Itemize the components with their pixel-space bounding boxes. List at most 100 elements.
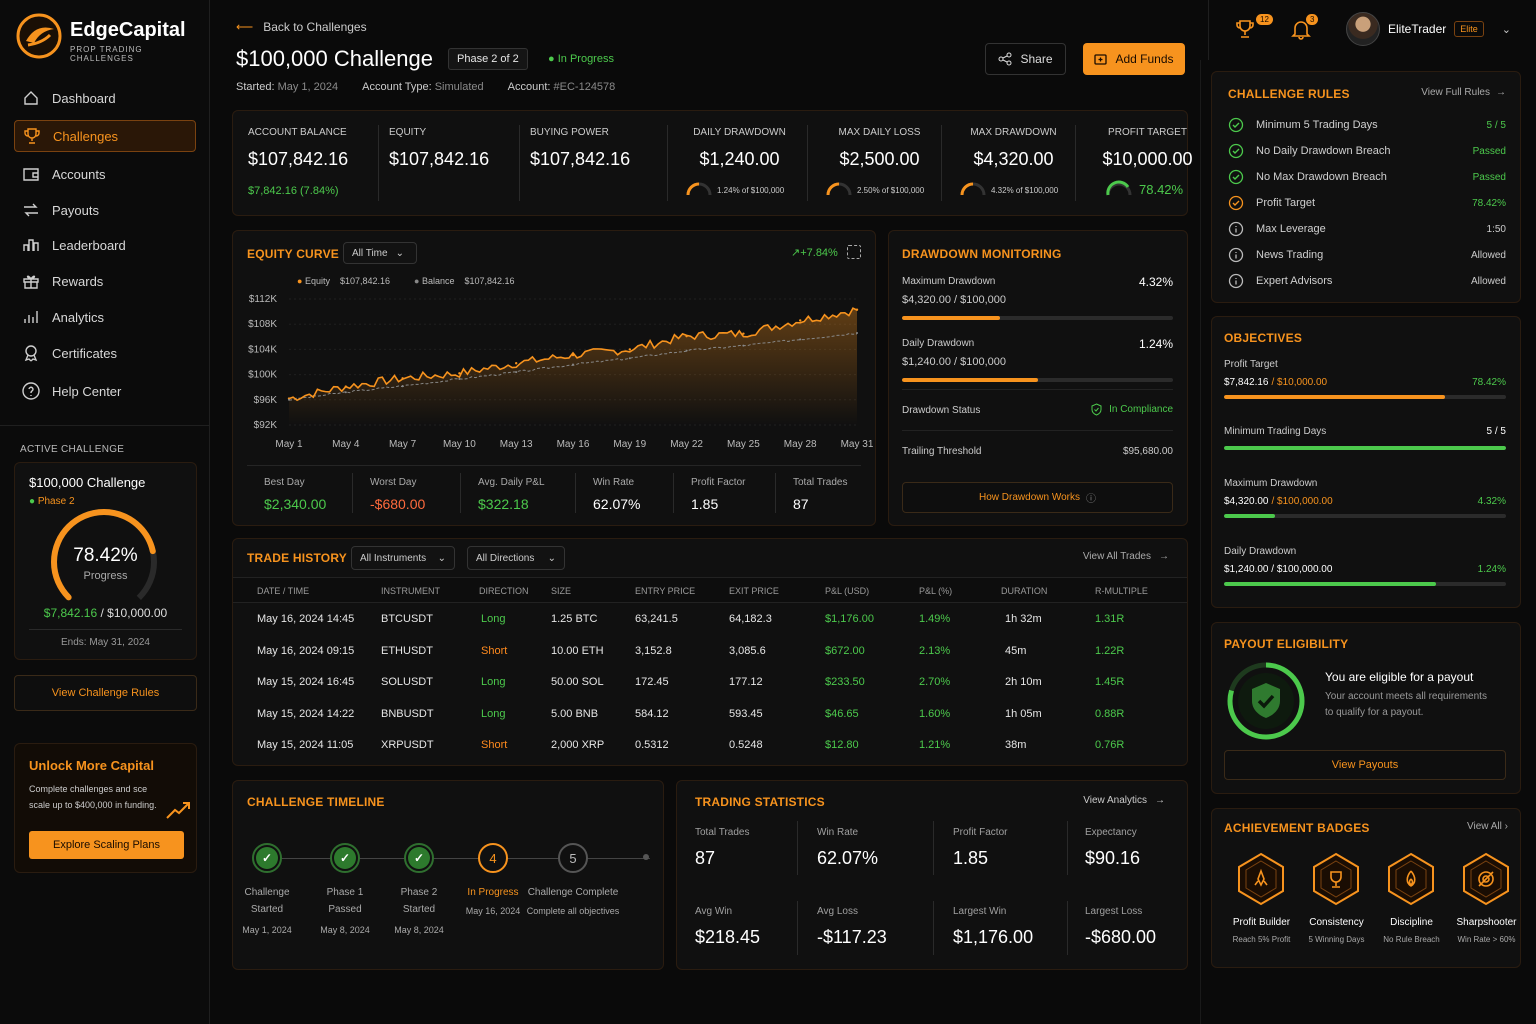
column-header[interactable]: DURATION — [1001, 586, 1047, 596]
timeline-panel: CHALLENGE TIMELINE ✓ Challenge Started May … — [232, 780, 664, 970]
share-button[interactable]: Share — [985, 43, 1066, 75]
equity-point — [742, 332, 745, 335]
view-challenge-rules-button[interactable]: View Challenge Rules — [14, 675, 197, 711]
timeline-step[interactable]: 5 Challenge Complete Complete all objectiv… — [527, 843, 619, 916]
kpi-sub: 4.32% of $100,000 — [991, 186, 1059, 195]
rule-row: No Max Drawdown Breach Passed — [1228, 167, 1506, 187]
equity-point — [344, 385, 347, 388]
sidebar-item-accounts[interactable]: Accounts — [14, 158, 196, 190]
table-cell: 1.31R — [1095, 613, 1125, 625]
trading-stat: Avg Win $218.45 — [695, 906, 760, 948]
x-tick-label: May 31 — [841, 439, 874, 450]
trading-stat-label: Profit Factor — [953, 827, 1008, 838]
rule-row: Max Leverage 1:50 — [1228, 219, 1506, 239]
explore-scaling-button[interactable]: Explore Scaling Plans — [29, 831, 184, 859]
trophy-button[interactable]: 12 — [1234, 14, 1273, 44]
change-value: +7.84% — [800, 247, 838, 259]
table-cell: May 15, 2024 11:05 — [257, 739, 354, 751]
badge[interactable]: Discipline No Rule Breach — [1374, 849, 1449, 961]
arrow-left-icon: ⟵ — [236, 20, 254, 34]
how-drawdown-works-button[interactable]: How Drawdown Works ⓘ — [902, 482, 1173, 513]
meta-row: Started: May 1, 2024 Account Type: Simul… — [236, 81, 615, 93]
column-header[interactable]: EXIT PRICE — [729, 586, 779, 596]
sidebar-item-rewards[interactable]: Rewards — [14, 265, 196, 297]
column-header[interactable]: INSTRUMENT — [381, 586, 440, 596]
active-challenge-card[interactable]: $100,000 Challenge ● Phase 2 78.42% Prog… — [14, 462, 197, 660]
sidebar-item-certificates[interactable]: Certificates — [14, 337, 196, 369]
table-row[interactable]: May 15, 2024 14:22 BNBUSDT Long 5.00 BNB 584… — [233, 706, 1187, 734]
flame-icon — [1388, 852, 1434, 906]
equity-stat-label: Avg. Daily P&L — [478, 477, 545, 488]
view-all-trades-link[interactable]: View All Trades → — [1083, 551, 1169, 562]
brand-logo-icon[interactable] — [16, 13, 62, 59]
arrow-right-icon: → — [1155, 795, 1165, 806]
ends-divider — [29, 629, 182, 630]
timeline-step[interactable]: ✓ Phase 1 Passed May 8, 2024 — [315, 843, 375, 935]
x-tick-label: May 10 — [443, 439, 476, 450]
table-row[interactable]: May 16, 2024 09:15 ETHUSDT Short 10.00 ETH 3… — [233, 643, 1187, 671]
rocket-icon — [1238, 852, 1284, 906]
table-row[interactable]: May 15, 2024 16:45 SOLUSDT Long 50.00 SOL 17… — [233, 674, 1187, 702]
table-cell: SOLUSDT — [381, 676, 433, 688]
table-cell: May 16, 2024 09:15 — [257, 644, 355, 657]
timeline-step[interactable]: ✓ Phase 2 Started May 8, 2024 — [389, 843, 449, 935]
column-header[interactable]: R-MULTIPLE — [1095, 586, 1148, 596]
rules-title: CHALLENGE RULES — [1228, 87, 1350, 101]
trading-stat-value: 87 — [695, 848, 716, 868]
column-header[interactable]: ENTRY PRICE — [635, 586, 695, 596]
user-menu[interactable]: EliteTrader Elite ⌄ — [1346, 12, 1516, 46]
equity-chart[interactable]: $112K $108K $104K $100K $96K $92K May 1 May 4 Ma… — [233, 289, 875, 453]
column-header[interactable]: P&L (%) — [919, 586, 952, 596]
step-number: 4 — [478, 843, 508, 873]
timeline-step[interactable]: 4 In Progress May 16, 2024 — [463, 843, 523, 916]
column-header[interactable]: DIRECTION — [479, 586, 529, 596]
timeline-step[interactable]: ✓ Challenge Started May 1, 2024 — [237, 843, 297, 935]
view-all-badges-link[interactable]: View All › — [1467, 821, 1508, 832]
sidebar-item-label: Rewards — [52, 273, 104, 289]
balance-point — [401, 384, 404, 387]
how-dd-label: How Drawdown Works — [979, 492, 1080, 503]
badge[interactable]: Sharpshooter Win Rate > 60% — [1449, 849, 1524, 961]
badge[interactable]: Consistency 5 Winning Days — [1299, 849, 1374, 961]
shield-check-icon — [1227, 662, 1305, 740]
sidebar-item-leaderboard[interactable]: Leaderboard — [14, 229, 196, 261]
step-marker: ✓ — [334, 847, 356, 869]
sidebar-item-analytics[interactable]: Analytics — [14, 301, 196, 333]
chevron-right-icon: › — [1504, 821, 1508, 832]
table-cell: 2.70% — [919, 676, 951, 688]
view-analytics-link[interactable]: View Analytics → — [1083, 795, 1165, 806]
equity-area — [289, 308, 857, 425]
view-full-rules-link[interactable]: View Full Rules → — [1421, 87, 1506, 98]
directions-filter[interactable]: All Directions ⌄ — [467, 546, 565, 570]
instruments-filter[interactable]: All Instruments ⌄ — [351, 546, 455, 570]
kpi-balance: ACCOUNT BALANCE $107,842.16 $7,842.16 (7.8… — [247, 111, 377, 215]
table-cell: $12.80 — [825, 739, 859, 751]
table-row[interactable]: May 16, 2024 14:45 BTCUSDT Long 1.25 BTC 63,… — [233, 611, 1187, 639]
notifications-button[interactable]: 3 — [1290, 14, 1320, 44]
badge[interactable]: Profit Builder Reach 5% Profit — [1224, 849, 1299, 961]
avatar — [1346, 12, 1380, 46]
column-header[interactable]: DATE / TIME — [257, 586, 309, 596]
sidebar-item-label: Accounts — [52, 166, 106, 182]
balance-point — [288, 398, 290, 401]
step-label-2: Passed — [328, 904, 362, 915]
column-header[interactable]: SIZE — [551, 586, 571, 596]
sidebar-item-challenges[interactable]: Challenges — [14, 120, 196, 152]
column-header[interactable]: P&L (USD) — [825, 586, 869, 596]
table-cell: 1.25 BTC — [551, 613, 598, 625]
sidebar-item-help-center[interactable]: Help Center — [14, 375, 196, 407]
range-dropdown[interactable]: All Time ⌄ — [343, 242, 417, 264]
table-row[interactable]: May 15, 2024 11:05 XRPUSDT Short 2,000 XRP 0… — [233, 737, 1187, 765]
expand-icon[interactable] — [847, 245, 861, 259]
back-link[interactable]: ⟵ Back to Challenges — [236, 20, 367, 34]
step-label: Challenge Started May 1, 2024 — [232, 887, 302, 935]
add-funds-button[interactable]: Add Funds — [1083, 43, 1185, 75]
objective-value: $1,240.00 / $100,000.00 — [1224, 564, 1335, 575]
view-payouts-button[interactable]: View Payouts — [1224, 750, 1506, 780]
rule-label: News Trading — [1256, 249, 1324, 261]
table-cell: 1h 05m — [1005, 707, 1042, 720]
chart-legend: ● Equity $107,842.16 ● Balance $107,842.… — [297, 276, 515, 286]
challenge-rules-panel: CHALLENGE RULES View Full Rules → Minimum… — [1211, 71, 1521, 303]
sidebar-item-payouts[interactable]: Payouts — [14, 194, 196, 226]
sidebar-item-dashboard[interactable]: Dashboard — [14, 82, 196, 114]
